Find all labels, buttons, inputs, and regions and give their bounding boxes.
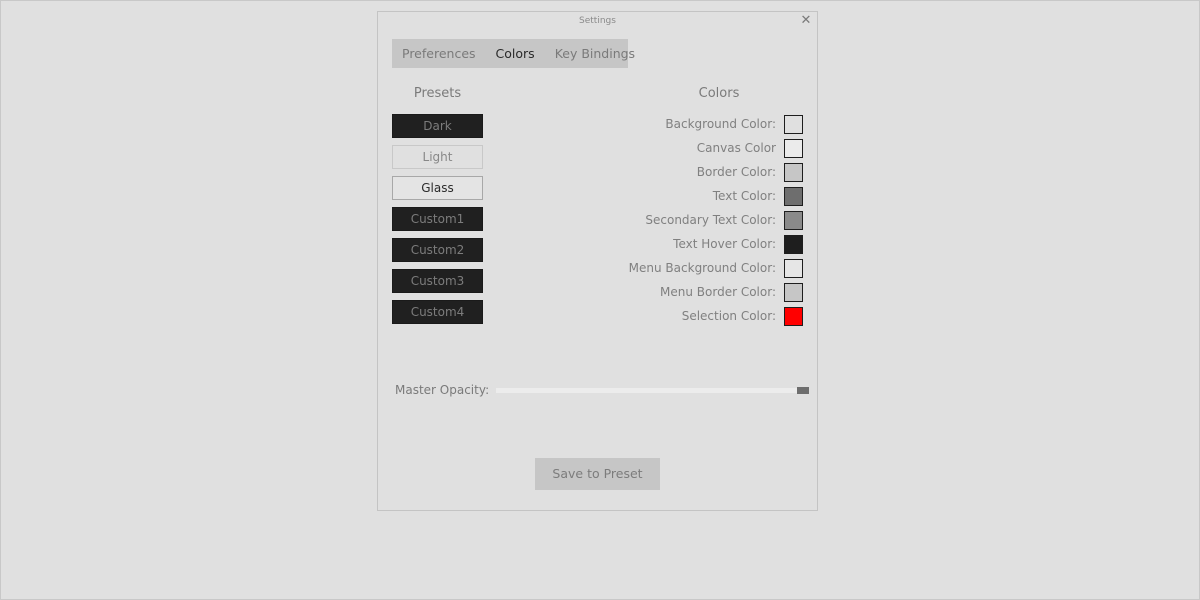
color-label: Canvas Color — [696, 141, 776, 155]
window-title: Settings — [579, 16, 616, 26]
color-row-text: Text Color: — [629, 184, 803, 208]
color-row-menu-background: Menu Background Color: — [629, 256, 803, 280]
color-swatch[interactable] — [784, 162, 803, 182]
preset-custom2-button[interactable]: Custom2 — [392, 238, 483, 262]
color-swatch[interactable] — [784, 258, 803, 278]
color-swatch[interactable] — [784, 138, 803, 158]
color-swatch[interactable] — [784, 210, 803, 230]
color-swatch[interactable] — [784, 114, 803, 134]
preset-custom1-button[interactable]: Custom1 — [392, 207, 483, 231]
settings-window: Settings ✕ Preferences Colors Key Bindin… — [377, 11, 818, 511]
color-swatch[interactable] — [784, 186, 803, 206]
color-row-secondary-text: Secondary Text Color: — [629, 208, 803, 232]
preset-dark-button[interactable]: Dark — [392, 114, 483, 138]
close-icon[interactable]: ✕ — [800, 14, 812, 28]
tab-preferences[interactable]: Preferences — [392, 46, 486, 61]
color-label: Background Color: — [665, 117, 776, 131]
color-label: Text Color: — [712, 189, 776, 203]
tab-key-bindings[interactable]: Key Bindings — [545, 46, 645, 61]
colors-heading: Colors — [698, 86, 740, 101]
color-label: Menu Border Color: — [660, 285, 776, 299]
color-label: Text Hover Color: — [673, 237, 776, 251]
color-label: Secondary Text Color: — [645, 213, 776, 227]
preset-custom4-button[interactable]: Custom4 — [392, 300, 483, 324]
tab-colors[interactable]: Colors — [486, 46, 545, 61]
tab-bar: Preferences Colors Key Bindings — [392, 39, 635, 68]
color-row-menu-border: Menu Border Color: — [629, 280, 803, 304]
preset-light-button[interactable]: Light — [392, 145, 483, 169]
save-to-preset-button[interactable]: Save to Preset — [535, 458, 660, 490]
color-swatch[interactable] — [784, 282, 803, 302]
slider-thumb[interactable] — [797, 386, 810, 394]
color-label: Menu Background Color: — [628, 261, 776, 275]
color-row-text-hover: Text Hover Color: — [629, 232, 803, 256]
colors-list: Background Color: Canvas Color Border Co… — [629, 112, 803, 328]
color-row-border: Border Color: — [629, 160, 803, 184]
color-swatch[interactable] — [784, 306, 803, 326]
color-row-selection: Selection Color: — [629, 304, 803, 328]
color-swatch[interactable] — [784, 234, 803, 254]
color-row-canvas: Canvas Color — [629, 136, 803, 160]
preset-glass-button[interactable]: Glass — [392, 176, 483, 200]
master-opacity-slider[interactable] — [496, 386, 810, 394]
color-row-background: Background Color: — [629, 112, 803, 136]
presets-heading: Presets — [413, 86, 462, 101]
color-label: Selection Color: — [681, 309, 776, 323]
presets-list: Dark Light Glass Custom1 Custom2 Custom3… — [392, 114, 483, 331]
master-opacity-label: Master Opacity: — [395, 383, 490, 397]
master-opacity-row: Master Opacity: — [395, 383, 810, 397]
color-label: Border Color: — [696, 165, 776, 179]
preset-custom3-button[interactable]: Custom3 — [392, 269, 483, 293]
